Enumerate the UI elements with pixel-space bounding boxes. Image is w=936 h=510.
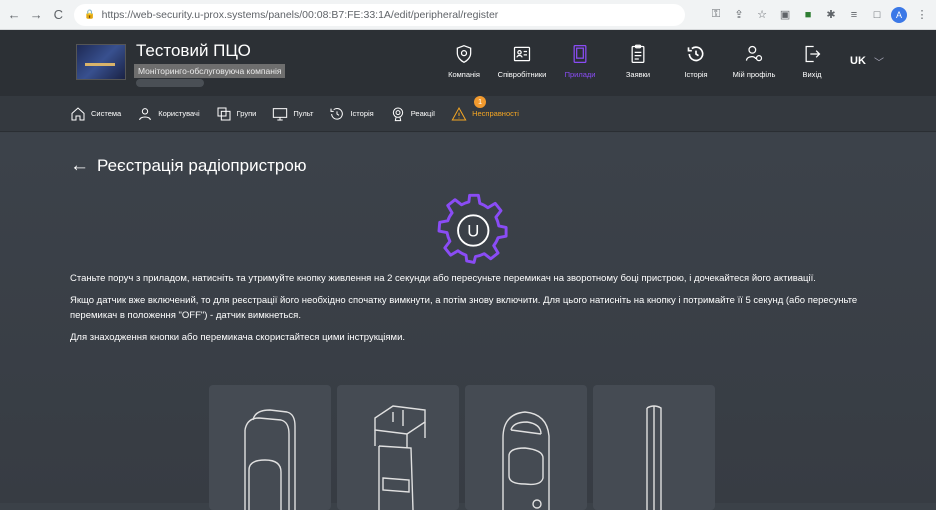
menu-icon[interactable]: ⋮ (913, 6, 931, 24)
back-arrow-icon[interactable]: ← (70, 155, 89, 177)
instruction-paragraph-1: Станьте поруч з приладом, натисніть та у… (70, 273, 816, 284)
profile-avatar[interactable]: A (891, 6, 908, 23)
id-card-icon (513, 46, 531, 62)
puzzle-icon[interactable]: ✱ (822, 6, 840, 24)
star-icon[interactable]: ☆ (753, 6, 771, 24)
subnav-faults[interactable]: Несправності 1 (451, 95, 519, 122)
nav-company[interactable]: Компанія (438, 44, 490, 79)
lock-icon: 🔒 (84, 9, 96, 19)
motion-sensor-illustration (244, 409, 296, 510)
logo-letter: U (467, 222, 479, 241)
company-extra-blurred (136, 79, 204, 87)
device-panel-icon (573, 45, 587, 63)
device-subnav: Система Користувачі Групи Пульт Історія … (0, 95, 936, 132)
user-gear-icon (745, 45, 763, 62)
clipboard-icon (631, 44, 645, 63)
groups-icon (217, 107, 231, 120)
app-header: Тестовий ПЦО Моніторинго-обслуговуюча ко… (0, 30, 936, 96)
subnav-system[interactable]: Система (70, 106, 121, 122)
language-selector[interactable]: UK (850, 55, 866, 67)
nav-my-profile[interactable]: Мій профіль (728, 44, 780, 79)
company-subtitle: Моніторинго-обслуговуюча компанія (134, 64, 286, 78)
subnav-users[interactable]: Користувачі (137, 106, 200, 122)
reaction-icon (392, 107, 403, 121)
device-card-combined-sensor[interactable] (465, 385, 587, 510)
monitor-icon (273, 107, 288, 120)
fault-count-badge: 1 (474, 95, 487, 108)
browser-toolbar: ← → C 🔒 https://web-security.u-prox.syst… (0, 0, 936, 30)
device-card-motion-sensor[interactable] (209, 385, 331, 510)
forward-icon[interactable]: → (28, 6, 44, 24)
share-icon[interactable]: ⇪ (730, 6, 748, 24)
instruction-paragraph-2: Якщо датчик вже включений, то для реєстр… (70, 295, 858, 321)
extension-green-icon[interactable]: ■ (799, 6, 817, 24)
key-icon[interactable]: ⚿ (707, 6, 725, 24)
subnav-history[interactable]: Історія (329, 106, 374, 122)
nav-history[interactable]: Історія (670, 44, 722, 79)
company-title: Тестовий ПЦО (136, 41, 251, 60)
instruction-paragraph-3: Для знаходження кнопки або перемикача ск… (70, 332, 406, 343)
history-icon (687, 46, 704, 62)
page-title: ← Реєстрація радіопристрою (70, 155, 307, 177)
nav-logout[interactable]: Вихід (786, 44, 838, 79)
nav-requests[interactable]: Заявки (612, 44, 664, 79)
main-content: ← Реєстрація радіопристрою U Станьте пор… (0, 133, 936, 510)
reading-list-icon[interactable]: ≡ (845, 6, 863, 24)
top-navigation: Компанія Співробітники Прилади Заявки Іс… (438, 44, 844, 79)
door-sensor-illustration (646, 405, 662, 510)
extension-icon[interactable]: ▣ (776, 6, 794, 24)
chevron-down-icon[interactable]: ﹀ (874, 54, 884, 69)
reload-icon[interactable]: C (50, 6, 66, 24)
warning-icon (451, 106, 467, 120)
url-text: https://web-security.u-prox.systems/pane… (101, 8, 499, 21)
back-icon[interactable]: ← (6, 6, 22, 24)
device-cards (209, 385, 721, 510)
shield-icon (456, 44, 472, 64)
device-card-door-sensor[interactable] (593, 385, 715, 510)
subnav-console[interactable]: Пульт (272, 106, 313, 122)
outdoor-sensor-illustration (374, 405, 426, 510)
logout-icon (805, 45, 821, 63)
split-screen-icon[interactable]: □ (868, 6, 886, 24)
nav-devices[interactable]: Прилади (554, 44, 606, 79)
nav-employees[interactable]: Співробітники (496, 44, 548, 79)
home-icon (71, 106, 85, 120)
user-icon (139, 107, 152, 120)
subnav-groups[interactable]: Групи (216, 106, 256, 122)
u-prox-gear-icon: U (437, 193, 508, 264)
company-logo (76, 44, 126, 80)
subnav-reactions[interactable]: Реакції (390, 106, 435, 122)
combined-sensor-illustration (502, 411, 550, 510)
device-card-outdoor-sensor[interactable] (337, 385, 459, 510)
history-icon (330, 107, 344, 120)
address-bar[interactable]: 🔒 https://web-security.u-prox.systems/pa… (74, 3, 686, 26)
